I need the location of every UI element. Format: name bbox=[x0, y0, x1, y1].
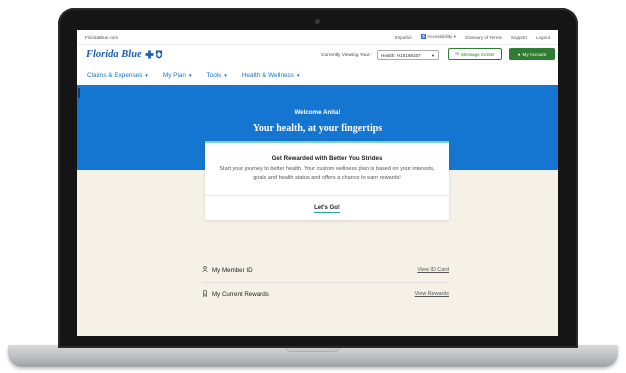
logo-text: Florida Blue bbox=[86, 49, 142, 60]
chevron-down-icon: ▼ bbox=[144, 72, 149, 78]
message-center-label: Message Center bbox=[461, 51, 495, 57]
welcome-heading: Welcome Anita! bbox=[294, 109, 341, 116]
utility-link-espanol[interactable]: Español bbox=[395, 35, 412, 40]
chevron-down-icon: ▼ bbox=[431, 53, 435, 58]
card-body: Start your journey to better health. You… bbox=[219, 166, 435, 181]
webcam-dot bbox=[315, 19, 320, 24]
utility-bar: FloridaBlue.com Español ♿ Accessibility … bbox=[77, 30, 558, 45]
view-rewards-link[interactable]: View Rewards bbox=[415, 291, 449, 297]
card-divider bbox=[205, 195, 449, 196]
laptop-screen: FloridaBlue.com Español ♿ Accessibility … bbox=[77, 30, 558, 336]
nav-claims-label: Claims & Expenses bbox=[87, 71, 143, 79]
hero-edge-mark bbox=[78, 88, 80, 98]
nav-tools[interactable]: Tools ▼ bbox=[206, 72, 227, 79]
nav-tools-label: Tools bbox=[206, 71, 222, 79]
card-accent-bar bbox=[205, 141, 449, 143]
lets-go-link[interactable]: Let's Go! bbox=[205, 205, 449, 213]
my-account-label: My Account bbox=[522, 51, 547, 57]
site-link[interactable]: FloridaBlue.com bbox=[85, 35, 118, 40]
envelope-icon: ✉ bbox=[455, 51, 460, 56]
chevron-down-icon: ▼ bbox=[295, 72, 301, 78]
blue-cross-blue-shield-icon bbox=[145, 50, 163, 59]
chevron-down-icon: ▾ bbox=[453, 34, 456, 39]
nav-health-wellness[interactable]: Health & Wellness ▼ bbox=[242, 72, 301, 79]
brand-bar: Florida Blue Currently Viewing Your: Hea… bbox=[77, 45, 558, 67]
my-account-button[interactable]: ● My Account bbox=[509, 48, 555, 60]
laptop-base bbox=[8, 345, 618, 367]
currently-viewing-label: Currently Viewing Your: bbox=[321, 53, 371, 58]
person-icon bbox=[202, 266, 208, 274]
ribbon-icon bbox=[202, 290, 208, 299]
user-icon: ● bbox=[517, 51, 521, 57]
nav-claims-expenses[interactable]: Claims & Expenses ▼ bbox=[87, 72, 149, 79]
view-id-card-link[interactable]: View ID Card bbox=[417, 267, 449, 273]
nav-my-plan-label: My Plan bbox=[162, 71, 186, 79]
nav-health-wellness-label: Health & Wellness bbox=[241, 71, 294, 79]
utility-links: Español ♿ Accessibility ▾ Glossary of Te… bbox=[395, 34, 550, 40]
plan-select-value: Health: H16168167 bbox=[381, 52, 421, 58]
card-title: Get Rewarded with Better You Strides bbox=[271, 155, 383, 162]
utility-link-glossary[interactable]: Glossary of Terms bbox=[465, 35, 502, 40]
lets-go-label: Let's Go! bbox=[314, 205, 340, 213]
current-rewards-label: My Current Rewards bbox=[212, 291, 269, 298]
utility-link-accessibility[interactable]: ♿ Accessibility ▾ bbox=[421, 34, 456, 40]
accessibility-icon: ♿ bbox=[420, 34, 427, 39]
chevron-down-icon: ▼ bbox=[223, 72, 228, 78]
florida-blue-logo[interactable]: Florida Blue bbox=[86, 49, 163, 60]
utility-link-logout[interactable]: Logout bbox=[536, 35, 550, 40]
utility-link-support[interactable]: Support bbox=[511, 35, 527, 40]
rewards-card: Get Rewarded with Better You Strides Sta… bbox=[205, 141, 449, 220]
utility-link-accessibility-label: Accessibility bbox=[427, 34, 453, 39]
member-id-row: My Member ID View ID Card bbox=[202, 264, 449, 278]
current-rewards-row: My Current Rewards View Rewards bbox=[202, 288, 449, 302]
message-center-button[interactable]: ✉ Message Center bbox=[448, 48, 502, 60]
chevron-down-icon: ▼ bbox=[187, 72, 193, 78]
row-divider bbox=[202, 282, 449, 283]
member-id-label: My Member ID bbox=[212, 266, 253, 274]
plan-select[interactable]: Health: H16168167 ▼ bbox=[377, 50, 439, 60]
nav-my-plan[interactable]: My Plan ▼ bbox=[163, 72, 193, 79]
hero-tagline: Your health, at your fingertips bbox=[252, 123, 383, 134]
main-nav: Claims & Expenses ▼ My Plan ▼ Tools ▼ Healt… bbox=[77, 67, 558, 83]
